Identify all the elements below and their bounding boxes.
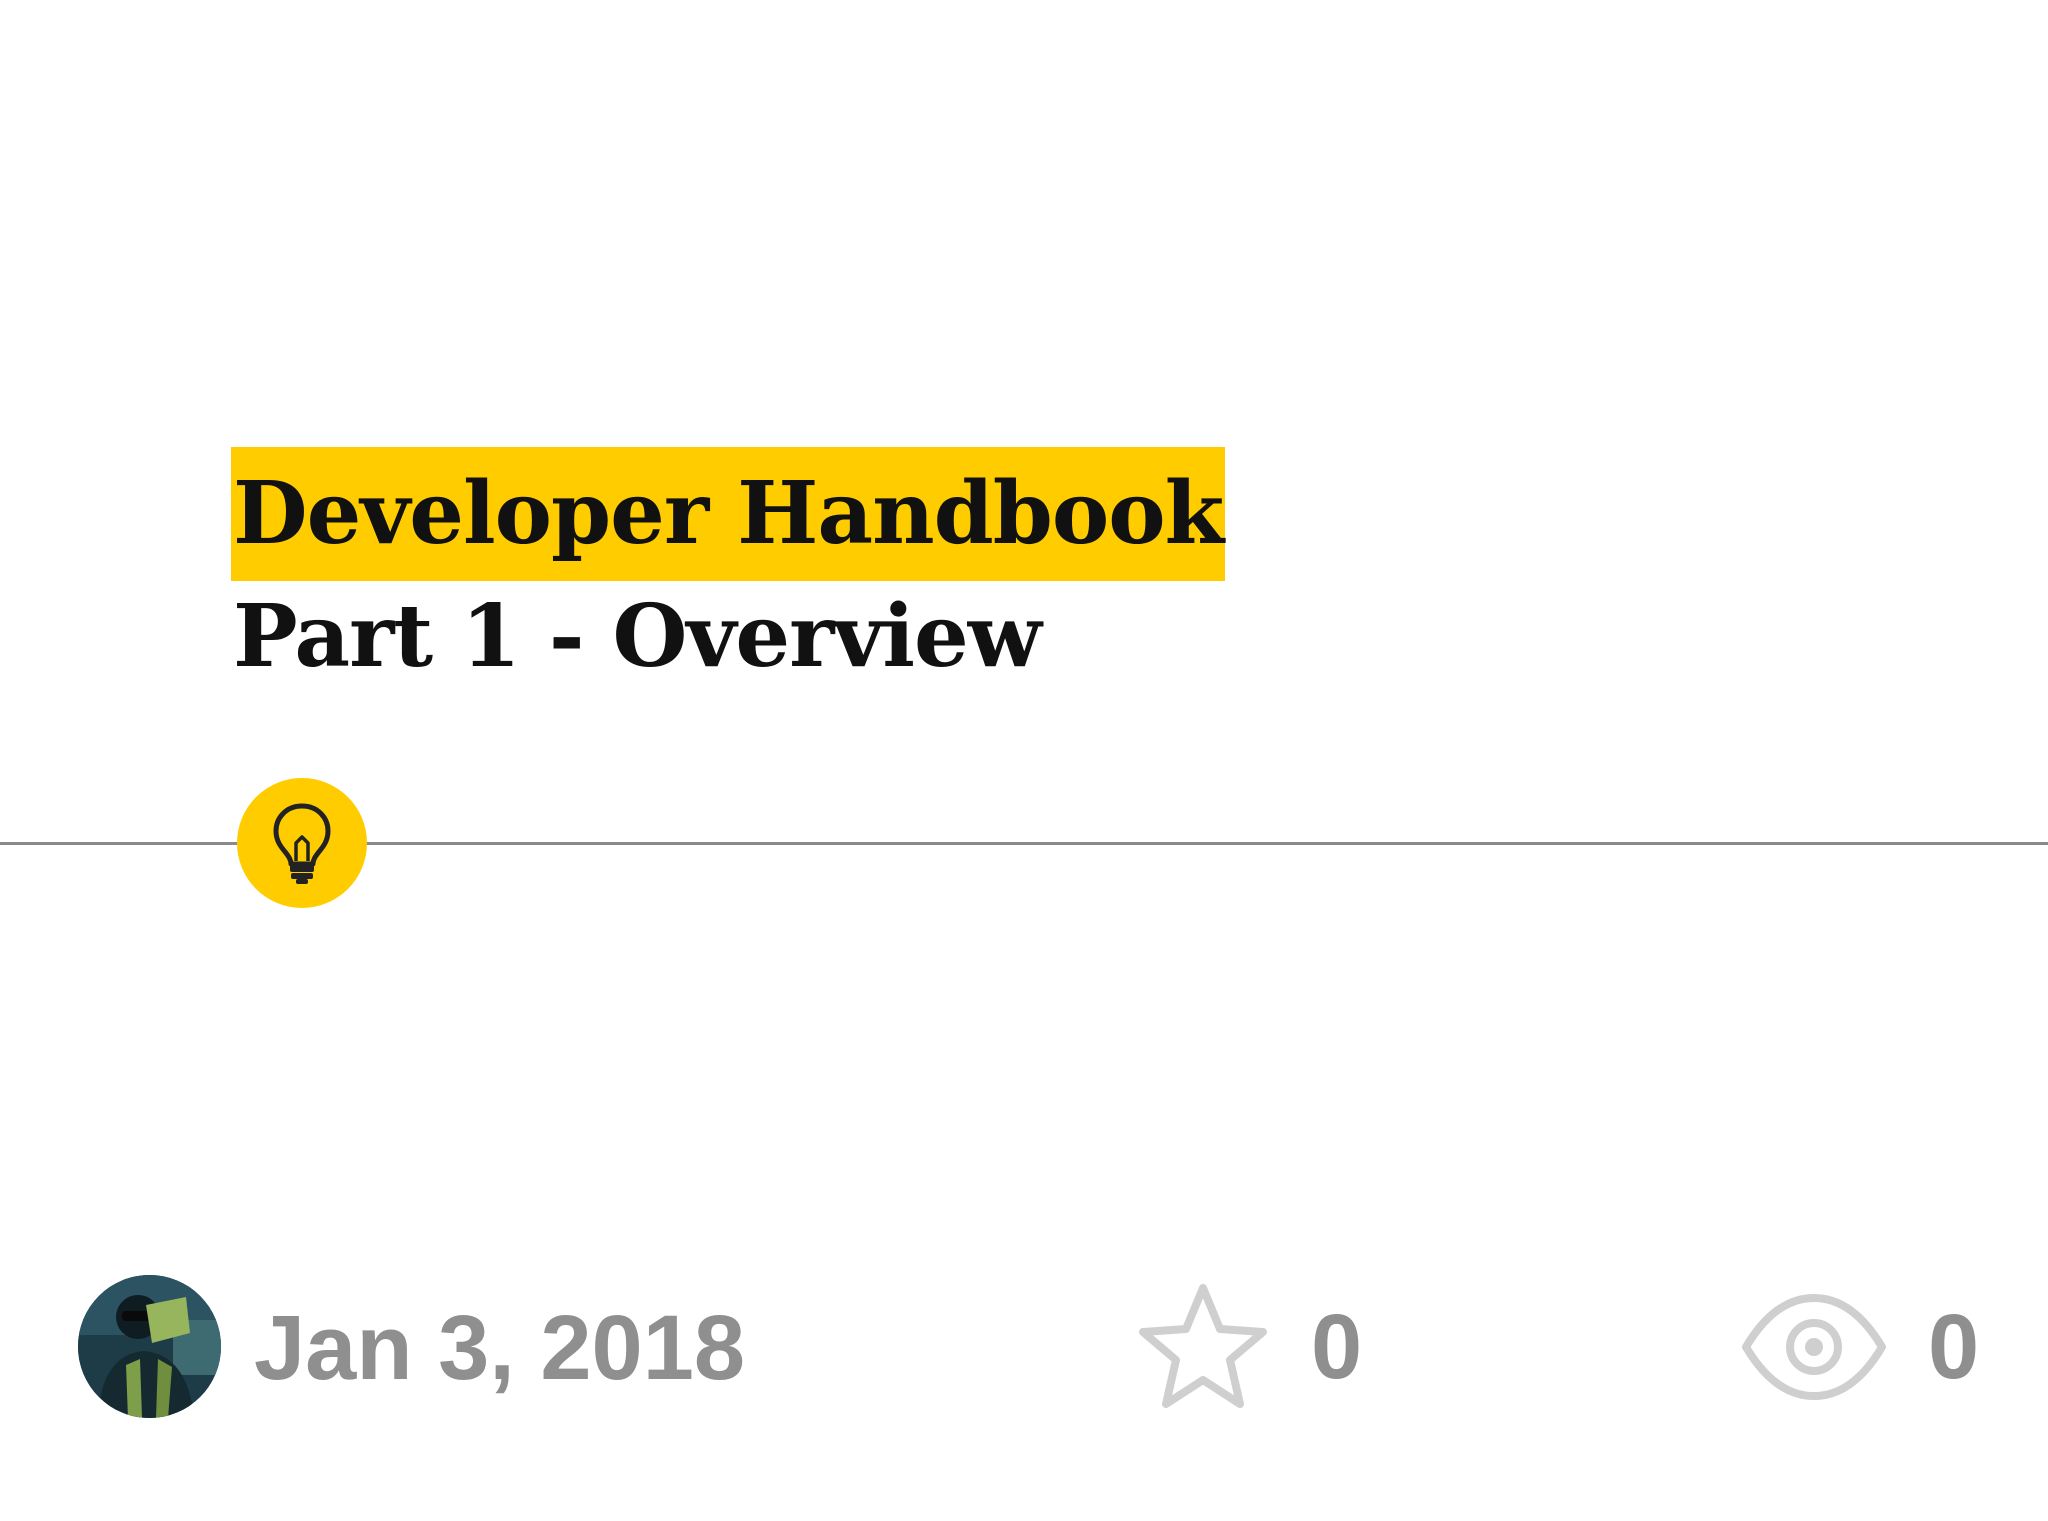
stars-count: 0 (1311, 1295, 1363, 1398)
views-stat[interactable]: 0 (1740, 1275, 1979, 1418)
card-title[interactable]: Developer Handbook (231, 447, 1226, 581)
title-block: Developer Handbook Part 1 - Overview (231, 447, 1226, 697)
article-card[interactable]: Developer Handbook Part 1 - Overview Jan… (0, 0, 2048, 1521)
star-icon (1139, 1283, 1267, 1408)
post-date: Jan 3, 2018 (254, 1297, 746, 1399)
avatar[interactable] (78, 1275, 221, 1418)
avatar-image (78, 1275, 221, 1418)
category-badge[interactable] (237, 778, 367, 908)
views-count: 0 (1928, 1295, 1980, 1398)
card-subtitle: Part 1 - Overview (233, 586, 1042, 687)
lightbulb-icon (273, 803, 331, 884)
eye-icon (1742, 1293, 1886, 1400)
card-footer: Jan 3, 2018 0 0 (0, 1275, 2048, 1420)
stars-stat[interactable]: 0 (1135, 1275, 1362, 1418)
